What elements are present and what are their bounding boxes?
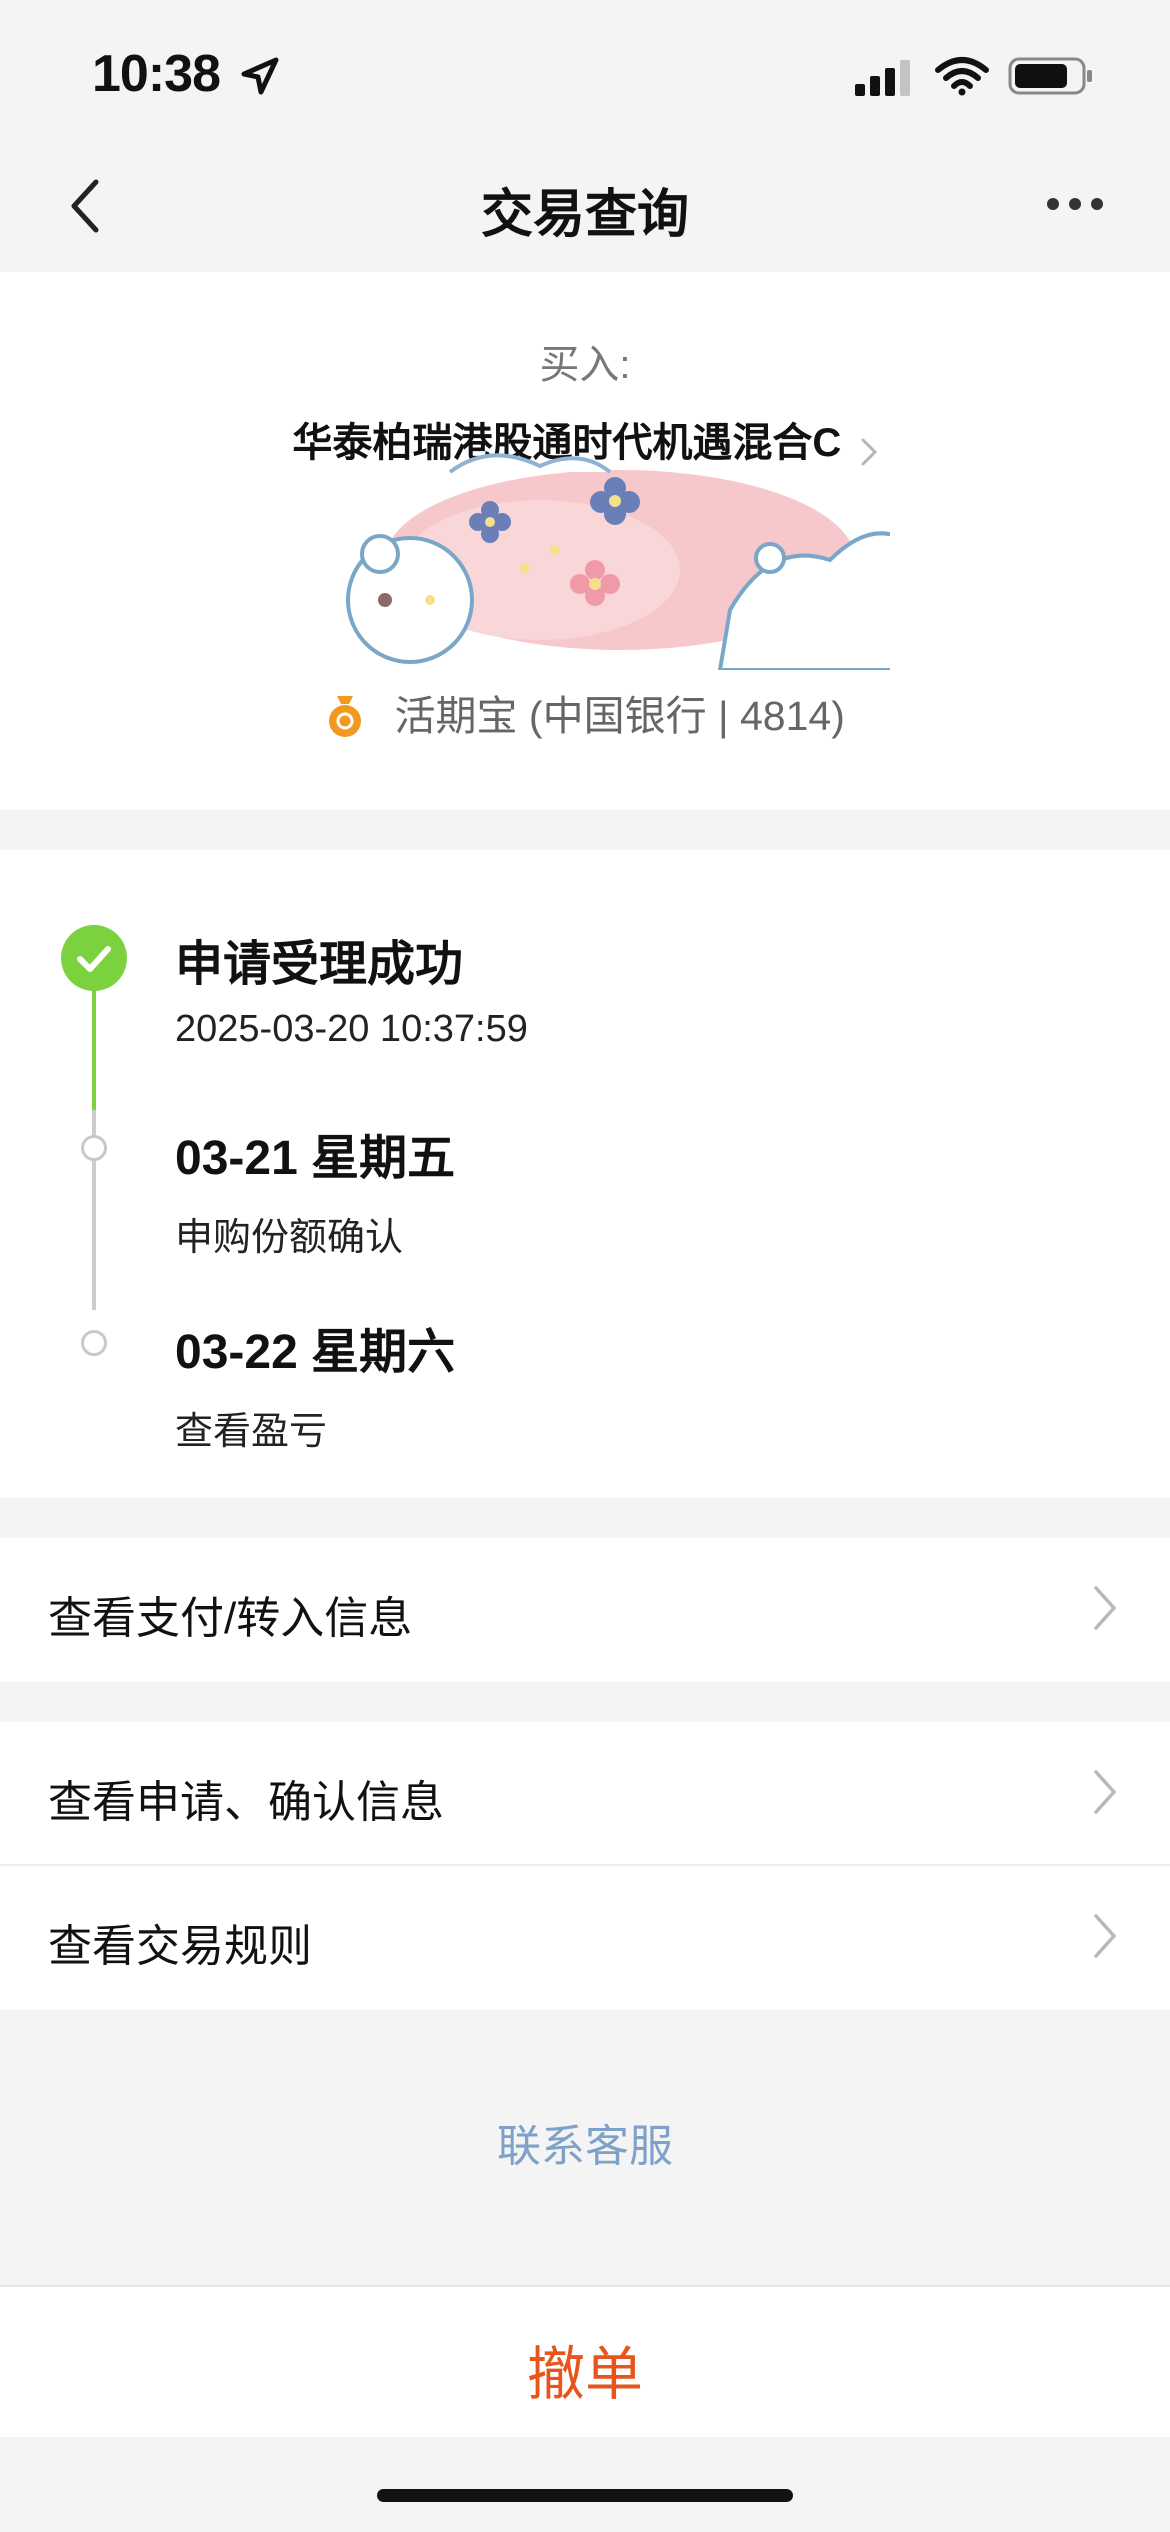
cancel-order-bar: 撤单 — [0, 2285, 1170, 2437]
cellular-signal-icon — [855, 60, 910, 96]
status-time: 10:38 — [92, 45, 221, 103]
home-indicator[interactable] — [377, 2489, 793, 2502]
timeline-dot-icon — [81, 1330, 107, 1356]
money-bag-icon — [329, 696, 362, 738]
page-title: 交易查询 — [480, 186, 689, 244]
details-section: 查看申请、确认信息 查看交易规则 — [0, 1722, 1170, 2010]
timeline-step-title: 申请受理成功 — [175, 938, 464, 991]
timeline-step-title: 03-22 星期六 — [175, 1326, 456, 1379]
navigation-bar: 交易查询 — [0, 150, 1170, 272]
chevron-right-icon — [1094, 1770, 1117, 1814]
row-label: 查看申请、确认信息 — [48, 1778, 444, 1827]
payment-method: 活期宝 (中国银行 | 4814) — [0, 682, 1170, 742]
cancel-order-button[interactable]: 撤单 — [0, 2327, 1170, 2411]
payment-info-section: 查看支付/转入信息 — [0, 1538, 1170, 1682]
row-application-info[interactable]: 查看申请、确认信息 — [0, 1722, 1170, 1866]
decorative-cartoon-image — [346, 453, 890, 670]
check-circle-icon — [61, 925, 127, 991]
contact-support-link[interactable]: 联系客服 — [0, 2110, 1170, 2174]
buy-label: 买入: — [539, 343, 631, 387]
chevron-right-icon — [1094, 1914, 1117, 1958]
timeline-step-title: 03-21 星期五 — [175, 1132, 456, 1185]
timeline-step-sub: 申购份额确认 — [175, 1217, 404, 1259]
timeline-card: 申请受理成功 2025-03-20 10:37:59 03-21 星期五 申购份… — [0, 850, 1170, 1498]
row-label: 查看交易规则 — [48, 1922, 312, 1971]
row-payment-info[interactable]: 查看支付/转入信息 — [0, 1538, 1170, 1682]
wifi-icon — [935, 57, 989, 96]
timeline-step-sub: 2025-03-20 10:37:59 — [175, 1008, 528, 1050]
more-dots-icon[interactable] — [1046, 194, 1104, 214]
fund-header-card: 买入: 华泰柏瑞港股通时代机遇混合C 活期宝 (中国银行 | 4814) — [0, 272, 1170, 810]
timeline-dot-icon — [81, 1135, 107, 1161]
row-trade-rules[interactable]: 查看交易规则 — [0, 1866, 1170, 2010]
payment-method-label: 活期宝 (中国银行 | 4814) — [394, 693, 845, 739]
location-arrow-icon — [241, 57, 279, 95]
battery-icon — [1008, 57, 1092, 95]
status-bar: 10:38 — [0, 0, 1170, 150]
chevron-right-icon — [1094, 1586, 1117, 1630]
timeline-step-sub: 查看盈亏 — [175, 1411, 328, 1453]
row-label: 查看支付/转入信息 — [48, 1594, 413, 1643]
